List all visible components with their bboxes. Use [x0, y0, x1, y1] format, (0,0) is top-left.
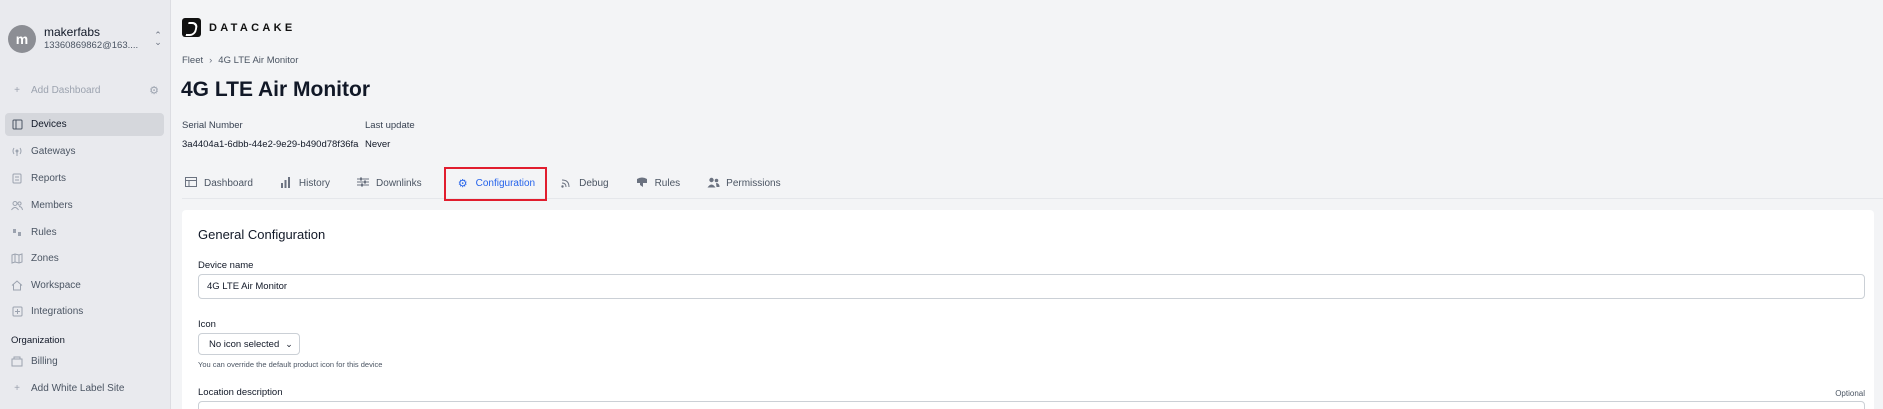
dashboard-settings-gear-icon[interactable]: ⚙ [149, 84, 159, 97]
organization-heading: Organization [11, 335, 65, 346]
rules-icon [635, 177, 649, 191]
devices-icon [11, 119, 23, 131]
tab-history[interactable]: History [277, 169, 342, 199]
datacake-logo-icon [182, 18, 201, 37]
sidebar: m makerfabs 13360869862@163.... ⌃ ⌄ + Add… [0, 0, 171, 409]
billing-icon [11, 356, 23, 368]
device-name-label: Device name [198, 260, 254, 271]
home-icon [11, 280, 23, 292]
users-icon [706, 177, 720, 191]
sidebar-item-label: Workspace [31, 280, 81, 291]
general-configuration-card: General Configuration Device name 4G LTE… [182, 210, 1874, 409]
icon-select-value: No icon selected [209, 338, 280, 350]
tab-downlinks[interactable]: Downlinks [354, 169, 434, 199]
account-name: makerfabs [44, 25, 101, 39]
breadcrumb-current[interactable]: 4G LTE Air Monitor [218, 55, 298, 66]
sidebar-item-devices[interactable]: Devices [5, 113, 164, 136]
chevron-down-icon: ⌄ [285, 338, 293, 349]
tab-permissions[interactable]: Permissions [704, 169, 792, 199]
gear-icon: ⚙ [457, 178, 468, 190]
signal-icon [559, 177, 573, 191]
sidebar-item-gateways[interactable]: Gateways [5, 140, 164, 163]
members-icon [11, 200, 23, 212]
last-update-value: Never [365, 139, 391, 150]
sidebar-item-label: Zones [31, 253, 59, 264]
sliders-icon [356, 177, 370, 190]
sidebar-item-label: Gateways [31, 146, 76, 157]
integrations-icon [11, 306, 23, 318]
location-description-label: Location description [198, 387, 283, 398]
plus-icon: + [14, 383, 20, 394]
serial-number-label: Serial Number [182, 120, 243, 131]
sidebar-item-rules[interactable]: Rules [5, 221, 164, 244]
optional-label: Optional [1835, 389, 1865, 398]
sidebar-item-label: Rules [31, 227, 57, 238]
sidebar-item-label: Integrations [31, 306, 84, 317]
add-white-label-site-button[interactable]: + Add White Label Site [5, 377, 164, 400]
chevron-right-icon: › [209, 55, 213, 66]
sidebar-item-billing[interactable]: Billing [5, 350, 164, 373]
breadcrumb-fleet-link[interactable]: Fleet [182, 55, 203, 66]
avatar: m [8, 25, 36, 53]
serial-number-value: 3a4404a1-6dbb-44e2-9e29-b490d78f36fa [182, 139, 359, 150]
device-tabs: Dashboard History Downlinks ⚙ Configurat… [182, 166, 1883, 201]
sidebar-item-integrations[interactable]: Integrations [5, 300, 164, 323]
account-email: 13360869862@163.... [44, 40, 139, 51]
section-title: General Configuration [198, 227, 326, 242]
zones-icon [11, 253, 23, 265]
plus-icon: + [14, 85, 20, 96]
tab-configuration[interactable]: ⚙ Configuration [443, 166, 548, 201]
page-title: 4G LTE Air Monitor [181, 78, 370, 101]
sidebar-item-workspace[interactable]: Workspace [5, 274, 164, 297]
chevron-up-down-icon: ⌃ ⌄ [154, 30, 162, 47]
icon-select[interactable]: No icon selected ⌄ [198, 333, 300, 355]
rules-icon [11, 227, 23, 239]
main-content: DATACAKE Fleet › 4G LTE Air Monitor 4G L… [171, 0, 1883, 409]
account-switcher[interactable]: m makerfabs 13360869862@163.... ⌃ ⌄ [8, 21, 163, 57]
sidebar-item-label: Add White Label Site [31, 383, 125, 394]
gateway-icon [11, 146, 23, 158]
sidebar-item-reports[interactable]: Reports [5, 167, 164, 190]
add-dashboard-button[interactable]: + Add Dashboard [5, 79, 164, 102]
tab-rules[interactable]: Rules [633, 169, 693, 199]
sidebar-item-zones[interactable]: Zones [5, 247, 164, 270]
sidebar-item-members[interactable]: Members [5, 194, 164, 217]
location-description-input[interactable] [198, 401, 1865, 409]
report-icon [11, 173, 23, 185]
icon-label: Icon [198, 319, 216, 330]
icon-hint: You can override the default product ico… [198, 360, 383, 369]
sidebar-item-label: Members [31, 200, 73, 211]
tab-debug[interactable]: Debug [557, 169, 620, 199]
table-icon [184, 177, 198, 190]
sidebar-item-label: Billing [31, 356, 58, 367]
last-update-label: Last update [365, 120, 415, 131]
brand-logo[interactable]: DATACAKE [182, 18, 296, 37]
serial-number-block: Serial Number 3a4404a1-6dbb-44e2-9e29-b4… [182, 120, 358, 150]
tab-dashboard[interactable]: Dashboard [182, 169, 265, 199]
sidebar-item-label: Reports [31, 173, 67, 184]
breadcrumb: Fleet › 4G LTE Air Monitor [182, 55, 298, 66]
device-name-input[interactable]: 4G LTE Air Monitor [198, 274, 1865, 299]
sidebar-item-label: Devices [31, 119, 67, 130]
last-update-block: Last update Never [365, 120, 415, 150]
bar-chart-icon [279, 176, 293, 191]
